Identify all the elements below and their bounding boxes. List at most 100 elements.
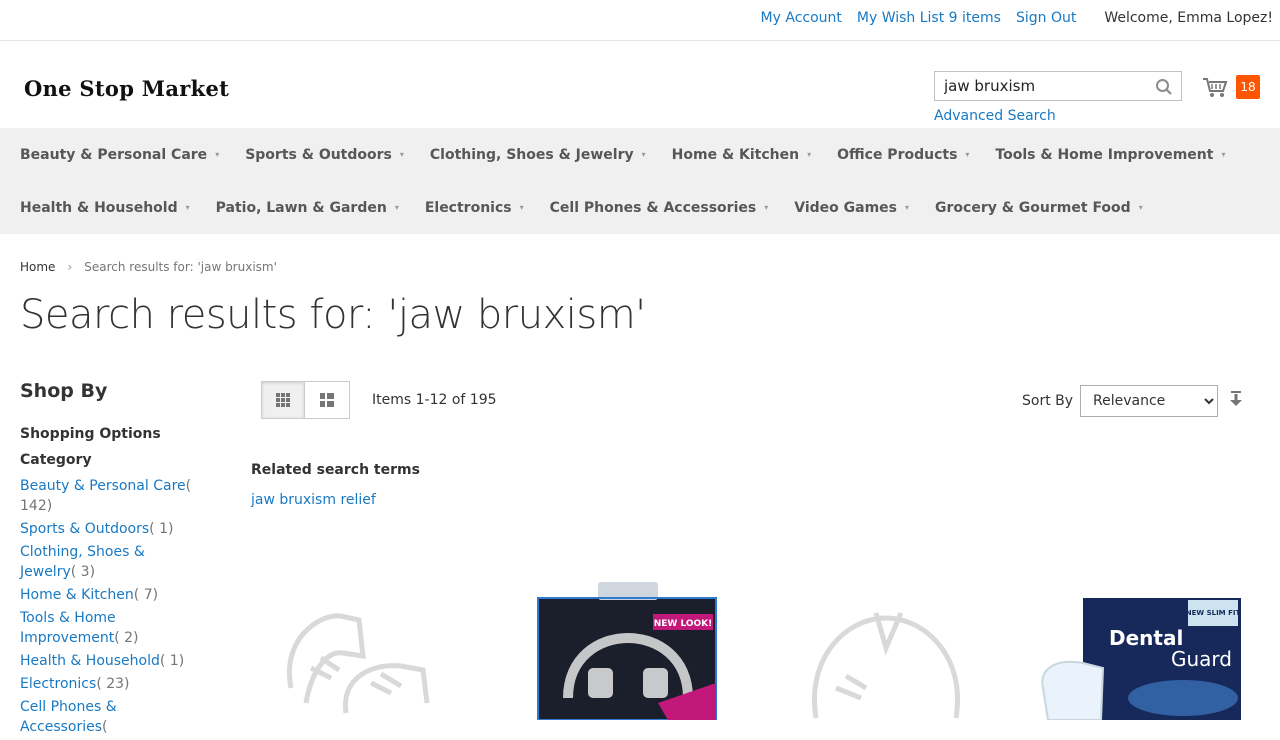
- caret-down-icon: ▾: [807, 150, 812, 159]
- caret-down-icon: ▾: [965, 150, 970, 159]
- related-search-link[interactable]: jaw bruxism relief: [251, 492, 376, 508]
- nav-label: Home & Kitchen: [671, 146, 800, 163]
- caret-down-icon: ▾: [1138, 203, 1143, 212]
- caret-down-icon: ▾: [215, 150, 220, 159]
- my-account-link[interactable]: My Account: [761, 10, 842, 26]
- nav-item-patio[interactable]: Patio, Lawn & Garden ▾: [216, 200, 399, 216]
- nav-label: Office Products: [837, 146, 958, 163]
- caret-down-icon: ▾: [185, 203, 190, 212]
- sort-by-select[interactable]: Relevance: [1080, 385, 1218, 417]
- clear-mouth-guard-image: [286, 613, 430, 714]
- badge-text: NEW SLIM FIT: [1186, 609, 1241, 617]
- nav-item-video-games[interactable]: Video Games ▾: [794, 200, 909, 216]
- category-filter-link[interactable]: Tools & Home Improvement: [20, 610, 116, 646]
- category-count: ( 3): [70, 564, 96, 580]
- grid-view-button[interactable]: [261, 381, 305, 419]
- category-filter-item: Beauty & Personal Care( 142): [20, 476, 200, 516]
- sidebar: Shop By Shopping Options Category Beauty…: [20, 380, 200, 740]
- search-box: [934, 71, 1182, 101]
- product-image[interactable]: NEW SLIM FIT Dental Guard: [1023, 578, 1261, 720]
- sort-by-label: Sort By: [1022, 393, 1074, 409]
- category-filter-title[interactable]: Category: [20, 452, 200, 468]
- category-filter-link[interactable]: Beauty & Personal Care: [20, 478, 186, 494]
- caret-down-icon: ▾: [519, 203, 524, 212]
- category-filter-item: Electronics( 23): [20, 674, 200, 694]
- nav-label: Electronics: [424, 199, 512, 216]
- boxed-mouth-guard-image: NEW LOOK!: [537, 582, 717, 720]
- nav-item-health[interactable]: Health & Household ▾: [20, 200, 190, 216]
- category-count: ( 1): [149, 521, 174, 537]
- nav-item-sports[interactable]: Sports & Outdoors ▾: [245, 147, 404, 163]
- category-count: (: [102, 719, 108, 735]
- cart-count-badge: 18: [1236, 75, 1260, 99]
- nav-item-office[interactable]: Office Products ▾: [837, 147, 969, 163]
- mini-cart[interactable]: 18: [1202, 75, 1260, 101]
- category-filter-item: Cell Phones & Accessories(: [20, 697, 200, 737]
- category-filter-item: Home & Kitchen( 7): [20, 585, 200, 605]
- wish-list-link[interactable]: My Wish List 9 items: [857, 10, 1001, 26]
- category-filter-link[interactable]: Sports & Outdoors: [20, 521, 149, 537]
- nav-item-beauty[interactable]: Beauty & Personal Care ▾: [20, 147, 219, 163]
- nav-label: Grocery & Gourmet Food: [935, 199, 1131, 216]
- nav-item-home-kitchen[interactable]: Home & Kitchen ▾: [672, 147, 811, 163]
- page-title: Search results for: 'jaw bruxism': [20, 292, 646, 338]
- nav-item-cell-phones[interactable]: Cell Phones & Accessories ▾: [550, 200, 769, 216]
- category-filter-list: Beauty & Personal Care( 142) Sports & Ou…: [20, 476, 200, 737]
- shopping-options-heading: Shopping Options: [20, 426, 161, 442]
- clear-mouth-guard-image: [812, 612, 960, 719]
- nav-label: Patio, Lawn & Garden: [215, 199, 387, 216]
- welcome-message: Welcome, Emma Lopez!: [1104, 10, 1273, 26]
- dental-guard-box-image: NEW SLIM FIT Dental Guard: [1041, 598, 1241, 720]
- category-filter-link[interactable]: Home & Kitchen: [20, 587, 134, 603]
- product-image[interactable]: [766, 578, 1004, 720]
- nav-label: Sports & Outdoors: [245, 146, 392, 163]
- breadcrumb-home[interactable]: Home: [20, 260, 55, 274]
- nav-label: Tools & Home Improvement: [995, 146, 1214, 163]
- nav-label: Cell Phones & Accessories: [549, 199, 757, 216]
- caret-down-icon: ▾: [641, 150, 646, 159]
- view-mode-switcher: [261, 381, 350, 419]
- category-count: ( 1): [159, 653, 185, 669]
- caret-down-icon: ▾: [1221, 150, 1226, 159]
- store-logo[interactable]: One Stop Market: [24, 76, 229, 101]
- search-icon[interactable]: [1155, 78, 1173, 96]
- list-icon: [320, 393, 334, 407]
- sign-out-link[interactable]: Sign Out: [1016, 10, 1076, 26]
- sort-direction-arrow-icon[interactable]: [1229, 390, 1243, 408]
- brand-text: Guard: [1171, 647, 1232, 671]
- nav-row: Beauty & Personal Care ▾ Sports & Outdoor…: [0, 128, 1280, 181]
- category-filter-item: Sports & Outdoors( 1): [20, 519, 200, 539]
- caret-down-icon: ▾: [399, 150, 404, 159]
- category-count: ( 2): [114, 630, 139, 646]
- category-filter-item: Clothing, Shoes & Jewelry( 3): [20, 542, 200, 582]
- nav-item-electronics[interactable]: Electronics ▾: [425, 200, 524, 216]
- category-filter-item: Health & Household( 1): [20, 651, 200, 671]
- nav-label: Beauty & Personal Care: [20, 146, 208, 163]
- breadcrumb: Home › Search results for: 'jaw bruxism': [20, 260, 277, 274]
- list-view-button[interactable]: [304, 381, 350, 419]
- caret-down-icon: ▾: [394, 203, 399, 212]
- nav-item-clothing[interactable]: Clothing, Shoes & Jewelry ▾: [430, 147, 646, 163]
- product-image[interactable]: NEW LOOK!: [508, 578, 746, 720]
- category-count: ( 23): [96, 676, 130, 692]
- nav-row: Health & Household ▾ Patio, Lawn & Garden…: [0, 181, 1280, 234]
- top-links: My Account My Wish List 9 items Sign Out…: [761, 10, 1273, 26]
- nav-item-tools[interactable]: Tools & Home Improvement ▾: [995, 147, 1225, 163]
- product-image[interactable]: [251, 578, 489, 720]
- category-filter-link[interactable]: Electronics: [20, 676, 96, 692]
- search-input[interactable]: [935, 72, 1163, 100]
- related-search-title: Related search terms: [251, 462, 420, 478]
- advanced-search-link[interactable]: Advanced Search: [934, 108, 1056, 124]
- caret-down-icon: ▾: [764, 203, 769, 212]
- chevron-right-icon: ›: [67, 260, 73, 274]
- nav-item-grocery[interactable]: Grocery & Gourmet Food ▾: [935, 200, 1143, 216]
- category-count: ( 7): [133, 587, 159, 603]
- grid-icon: [276, 393, 290, 407]
- breadcrumb-current: Search results for: 'jaw bruxism': [84, 260, 277, 274]
- category-filter-link[interactable]: Health & Household: [20, 653, 160, 669]
- toolbar-amount: Items 1-12 of 195: [372, 392, 497, 408]
- nav-label: Clothing, Shoes & Jewelry: [429, 146, 634, 163]
- caret-down-icon: ▾: [905, 203, 910, 212]
- shop-by-heading: Shop By: [20, 380, 108, 402]
- nav-label: Video Games: [794, 199, 897, 216]
